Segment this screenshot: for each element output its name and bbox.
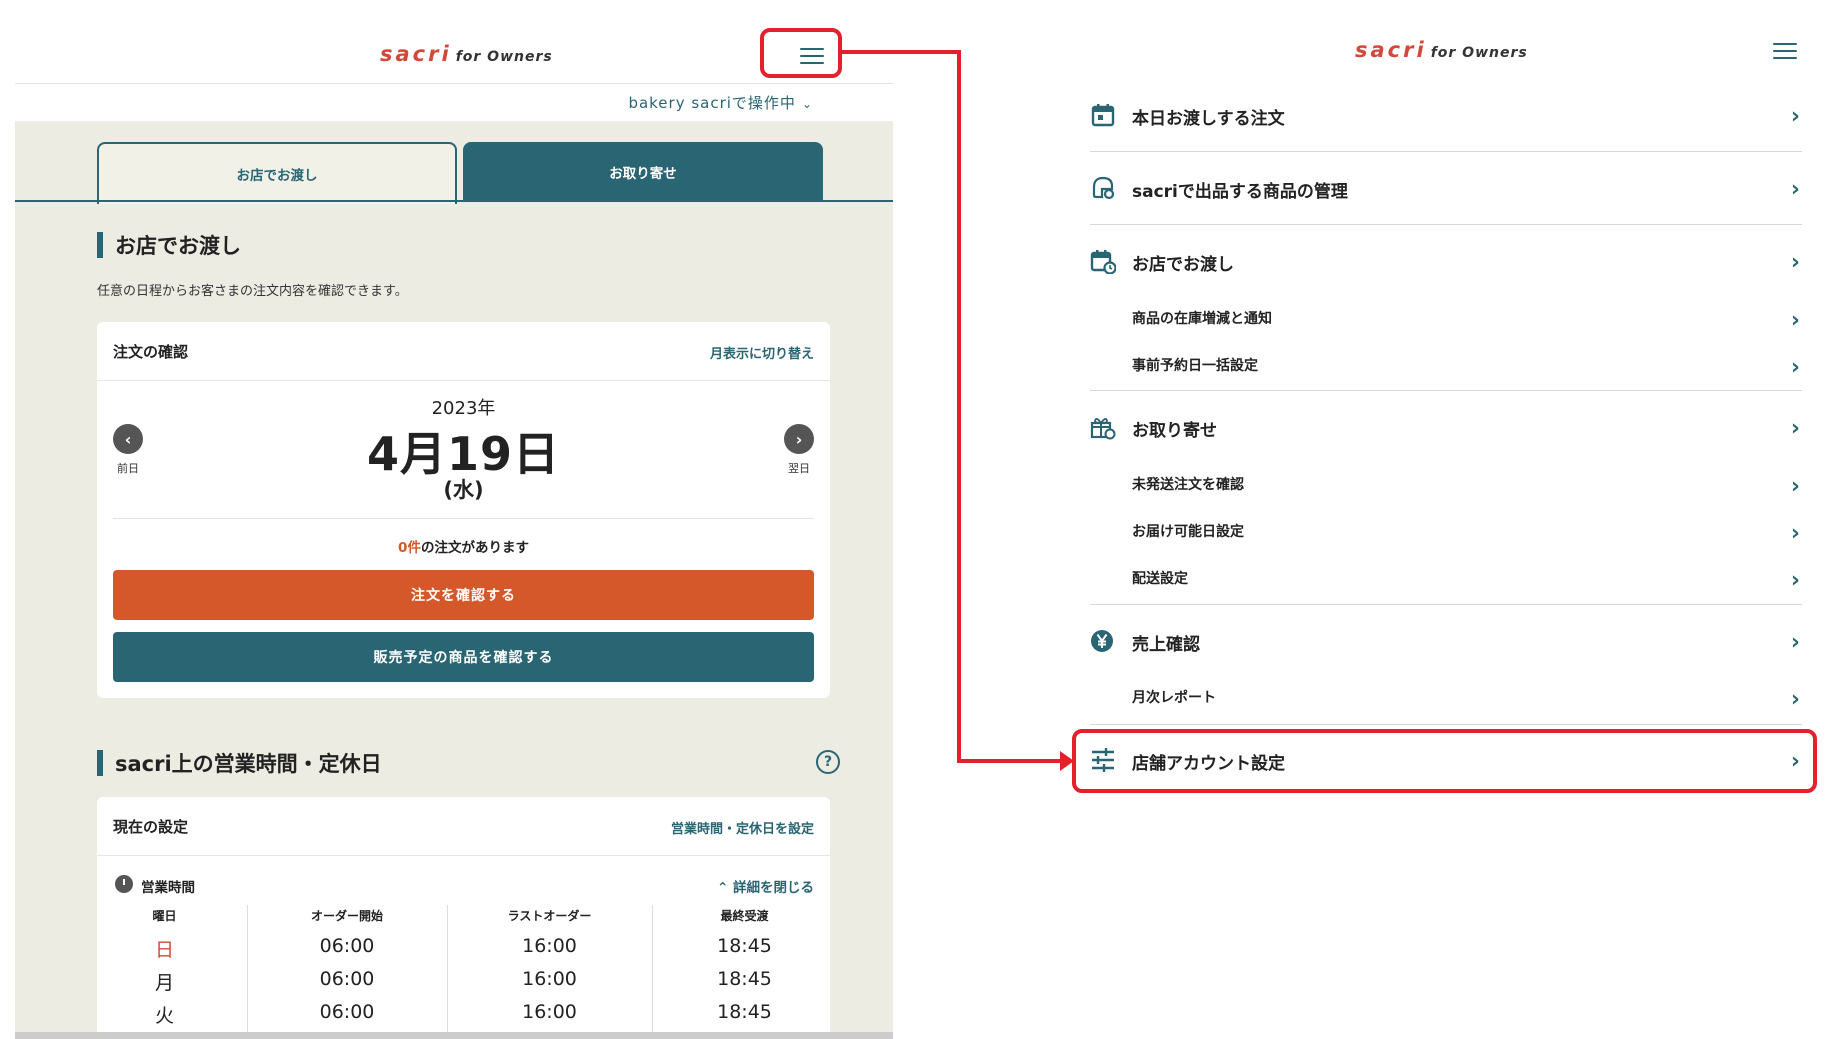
column-divider xyxy=(247,905,248,1039)
table-cell-day: 月 xyxy=(154,972,174,994)
chevron-right-icon: › xyxy=(1790,687,1800,712)
menu-item-delivery-dates[interactable]: お届け可能日設定 › xyxy=(1090,521,1800,546)
chevron-right-icon: › xyxy=(1790,355,1800,380)
highlight-box-store-account-settings xyxy=(1072,729,1817,793)
yen-icon xyxy=(1091,630,1113,652)
menu-item-today-orders[interactable]: 本日お渡しする注文 › xyxy=(1090,104,1800,130)
menu-item-sales[interactable]: 売上確認 › xyxy=(1090,630,1800,656)
scheduled-products-button[interactable]: 販売予定の商品を確認する xyxy=(113,632,814,682)
product-settings-icon xyxy=(1092,176,1115,200)
chevron-right-icon: › xyxy=(1790,521,1800,546)
table-cell: 16:00 xyxy=(522,935,577,957)
chevron-down-icon: ⌄ xyxy=(801,97,813,111)
selected-year: 2023年 xyxy=(431,398,496,419)
month-view-toggle-link[interactable]: 月表示に切り替え xyxy=(710,343,814,362)
menu-divider xyxy=(1090,390,1802,391)
chevron-right-icon: › xyxy=(1790,177,1800,202)
table-cell: 16:00 xyxy=(522,968,577,990)
column-header: 最終受渡 xyxy=(720,909,769,923)
business-hours-label: 営業時間 xyxy=(141,880,195,896)
table-cell: 06:00 xyxy=(319,935,375,957)
section-title-store-pickup: お店でお渡し xyxy=(97,230,241,260)
highlight-box-hamburger xyxy=(760,28,842,78)
column-header: 曜日 xyxy=(152,909,177,923)
section-description: 任意の日程からお客さまの注文内容を確認できます。 xyxy=(97,284,408,299)
column-header: ラストオーダー xyxy=(507,909,592,923)
menu-item-stock-notifications[interactable]: 商品の在庫増減と通知 › xyxy=(1090,308,1800,333)
selected-weekday: (水) xyxy=(443,478,484,502)
business-hours-card: 現在の設定 営業時間・定休日を設定 営業時間 ⌃ 詳細を閉じる 曜日 オーダー開… xyxy=(97,797,830,1039)
menu-divider xyxy=(1090,724,1802,725)
store-switcher-label: bakery sacriで操作中 xyxy=(628,94,796,112)
column-header: オーダー開始 xyxy=(310,909,383,923)
chevron-right-icon: › xyxy=(1790,474,1800,499)
sacri-logo[interactable]: sacri for Owners xyxy=(1355,38,1528,62)
chevron-right-icon: › xyxy=(1790,568,1800,593)
table-cell-day: 火 xyxy=(154,1005,174,1027)
card-title: 注文の確認 xyxy=(113,343,189,361)
clock-icon xyxy=(115,875,133,893)
chevron-right-icon: › xyxy=(1790,250,1800,275)
menu-item-bulk-reservation-dates[interactable]: 事前予約日一括設定 › xyxy=(1090,355,1800,380)
menu-item-mail-order[interactable]: お取り寄せ › xyxy=(1090,416,1800,442)
section-title-business-hours: sacri上の営業時間・定休日 xyxy=(97,748,382,778)
column-divider xyxy=(447,905,448,1039)
table-cell: 18:45 xyxy=(717,935,772,957)
connector-line xyxy=(842,50,961,54)
calendar-today-icon xyxy=(1091,104,1115,127)
collapse-details-link[interactable]: ⌃ 詳細を閉じる xyxy=(717,876,814,896)
menu-divider xyxy=(1090,604,1802,605)
order-count: 0件の注文があります xyxy=(398,540,529,556)
confirm-orders-button[interactable]: 注文を確認する xyxy=(113,570,814,620)
tab-underline xyxy=(15,200,893,202)
connector-line xyxy=(957,759,1067,763)
tab-mail-order[interactable]: お取り寄せ xyxy=(463,142,823,202)
table-cell: 06:00 xyxy=(319,1001,375,1023)
header-divider xyxy=(15,83,893,84)
chevron-right-icon: › xyxy=(1790,416,1800,441)
store-switcher[interactable]: bakery sacriで操作中 ⌄ xyxy=(628,92,813,113)
tab-store-pickup[interactable]: お店でお渡し xyxy=(97,142,457,204)
hamburger-menu-icon[interactable] xyxy=(1773,43,1797,59)
card-title: 現在の設定 xyxy=(113,818,189,836)
table-cell: 18:45 xyxy=(717,968,772,990)
column-divider xyxy=(652,905,653,1039)
connector-line xyxy=(957,50,961,763)
chevron-right-icon: › xyxy=(1790,630,1800,655)
calendar-clock-icon xyxy=(1090,250,1116,274)
menu-divider xyxy=(1090,151,1802,152)
menu-item-shipping-settings[interactable]: 配送設定 › xyxy=(1090,568,1800,593)
menu-item-unshipped-orders[interactable]: 未発送注文を確認 › xyxy=(1090,474,1800,499)
menu-item-monthly-report[interactable]: 月次レポート › xyxy=(1090,687,1800,712)
table-cell: 06:00 xyxy=(319,968,375,990)
divider xyxy=(113,518,814,519)
owner-home-screen: sacri for Owners bakery sacriで操作中 ⌄ お店でお渡し… xyxy=(15,0,893,1039)
table-cell: 18:45 xyxy=(717,1001,772,1023)
menu-divider xyxy=(1090,224,1802,225)
sacri-logo[interactable]: sacri for Owners xyxy=(380,42,553,66)
chevron-right-icon: › xyxy=(1790,308,1800,333)
scrollbar[interactable] xyxy=(15,1032,893,1039)
table-cell-day: 日 xyxy=(154,939,174,961)
menu-item-store-pickup[interactable]: お店でお渡し › xyxy=(1090,250,1800,276)
card-header: 注文の確認 月表示に切り替え xyxy=(97,322,830,381)
set-business-hours-link[interactable]: 営業時間・定休日を設定 xyxy=(671,818,814,837)
chevron-right-icon: › xyxy=(1790,104,1800,129)
order-check-card: 注文の確認 月表示に切り替え ‹ 前日 › 翌日 2023年 4月19日 (水)… xyxy=(97,322,830,698)
help-icon[interactable]: ? xyxy=(816,750,840,774)
menu-item-product-management[interactable]: sacriで出品する商品の管理 › xyxy=(1090,176,1800,203)
gift-settings-icon xyxy=(1090,418,1116,440)
table-cell: 16:00 xyxy=(522,1001,577,1023)
card-header: 現在の設定 営業時間・定休日を設定 xyxy=(97,797,830,856)
